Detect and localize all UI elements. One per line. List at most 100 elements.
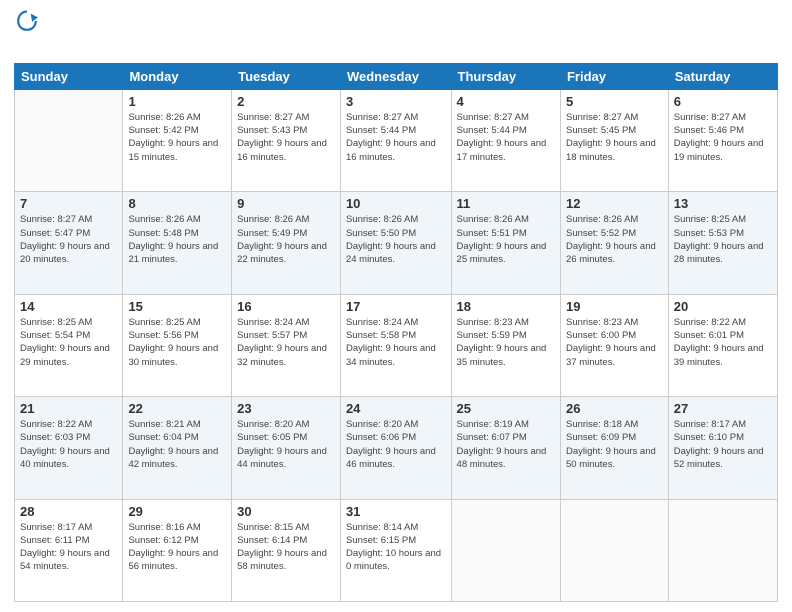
day-number: 13: [674, 196, 772, 211]
day-cell: 14Sunrise: 8:25 AMSunset: 5:54 PMDayligh…: [15, 294, 123, 396]
day-info: Sunrise: 8:20 AMSunset: 6:05 PMDaylight:…: [237, 418, 335, 471]
header-row: SundayMondayTuesdayWednesdayThursdayFrid…: [15, 63, 778, 89]
day-number: 5: [566, 94, 663, 109]
day-number: 11: [457, 196, 555, 211]
day-info: Sunrise: 8:18 AMSunset: 6:09 PMDaylight:…: [566, 418, 663, 471]
day-info: Sunrise: 8:26 AMSunset: 5:49 PMDaylight:…: [237, 213, 335, 266]
day-info: Sunrise: 8:27 AMSunset: 5:44 PMDaylight:…: [457, 111, 555, 164]
day-number: 8: [128, 196, 226, 211]
day-cell: 24 Sunrise: 8:20 AMSunset: 6:06 PMDayligh…: [340, 397, 451, 499]
day-number: 21: [20, 401, 117, 416]
day-info: Sunrise: 8:26 AMSunset: 5:50 PMDaylight:…: [346, 213, 446, 266]
day-cell: 23 Sunrise: 8:20 AMSunset: 6:05 PMDayligh…: [232, 397, 341, 499]
calendar: SundayMondayTuesdayWednesdayThursdayFrid…: [14, 63, 778, 602]
day-info: Sunrise: 8:25 AMSunset: 5:53 PMDaylight:…: [674, 213, 772, 266]
day-info: Sunrise: 8:17 AMSunset: 6:11 PMDaylight:…: [20, 521, 117, 574]
day-cell: [451, 499, 560, 601]
header: [14, 10, 778, 57]
day-cell: 12 Sunrise: 8:26 AMSunset: 5:52 PMDayligh…: [560, 192, 668, 294]
day-cell: 4Sunrise: 8:27 AMSunset: 5:44 PMDaylight…: [451, 89, 560, 191]
day-number: 24: [346, 401, 446, 416]
day-number: 14: [20, 299, 117, 314]
day-number: 25: [457, 401, 555, 416]
day-cell: 3Sunrise: 8:27 AMSunset: 5:44 PMDaylight…: [340, 89, 451, 191]
day-cell: 1Sunrise: 8:26 AMSunset: 5:42 PMDaylight…: [123, 89, 232, 191]
day-info: Sunrise: 8:14 AMSunset: 6:15 PMDaylight:…: [346, 521, 446, 574]
day-cell: 31Sunrise: 8:14 AMSunset: 6:15 PMDayligh…: [340, 499, 451, 601]
day-header: Monday: [123, 63, 232, 89]
day-cell: 26 Sunrise: 8:18 AMSunset: 6:09 PMDayligh…: [560, 397, 668, 499]
day-info: Sunrise: 8:21 AMSunset: 6:04 PMDaylight:…: [128, 418, 226, 471]
day-cell: 15Sunrise: 8:25 AMSunset: 5:56 PMDayligh…: [123, 294, 232, 396]
day-number: 7: [20, 196, 117, 211]
day-cell: [668, 499, 777, 601]
day-cell: 11 Sunrise: 8:26 AMSunset: 5:51 PMDayligh…: [451, 192, 560, 294]
day-info: Sunrise: 8:20 AMSunset: 6:06 PMDaylight:…: [346, 418, 446, 471]
day-info: Sunrise: 8:17 AMSunset: 6:10 PMDaylight:…: [674, 418, 772, 471]
day-info: Sunrise: 8:27 AMSunset: 5:43 PMDaylight:…: [237, 111, 335, 164]
day-header: Saturday: [668, 63, 777, 89]
day-cell: 29 Sunrise: 8:16 AMSunset: 6:12 PMDayligh…: [123, 499, 232, 601]
day-cell: 17Sunrise: 8:24 AMSunset: 5:58 PMDayligh…: [340, 294, 451, 396]
day-number: 28: [20, 504, 117, 519]
day-cell: 18 Sunrise: 8:23 AMSunset: 5:59 PMDayligh…: [451, 294, 560, 396]
day-cell: 13 Sunrise: 8:25 AMSunset: 5:53 PMDayligh…: [668, 192, 777, 294]
day-info: Sunrise: 8:26 AMSunset: 5:51 PMDaylight:…: [457, 213, 555, 266]
day-number: 22: [128, 401, 226, 416]
week-row: 7Sunrise: 8:27 AMSunset: 5:47 PMDaylight…: [15, 192, 778, 294]
day-cell: [560, 499, 668, 601]
day-cell: 25Sunrise: 8:19 AMSunset: 6:07 PMDayligh…: [451, 397, 560, 499]
week-row: 21 Sunrise: 8:22 AMSunset: 6:03 PMDayligh…: [15, 397, 778, 499]
week-row: 28 Sunrise: 8:17 AMSunset: 6:11 PMDayligh…: [15, 499, 778, 601]
day-cell: 28 Sunrise: 8:17 AMSunset: 6:11 PMDayligh…: [15, 499, 123, 601]
day-cell: 10 Sunrise: 8:26 AMSunset: 5:50 PMDayligh…: [340, 192, 451, 294]
day-cell: 5 Sunrise: 8:27 AMSunset: 5:45 PMDaylight…: [560, 89, 668, 191]
day-info: Sunrise: 8:27 AMSunset: 5:45 PMDaylight:…: [566, 111, 663, 164]
page: SundayMondayTuesdayWednesdayThursdayFrid…: [0, 0, 792, 612]
day-number: 17: [346, 299, 446, 314]
day-header: Tuesday: [232, 63, 341, 89]
day-cell: 30 Sunrise: 8:15 AMSunset: 6:14 PMDayligh…: [232, 499, 341, 601]
day-header: Wednesday: [340, 63, 451, 89]
day-cell: 6 Sunrise: 8:27 AMSunset: 5:46 PMDaylight…: [668, 89, 777, 191]
logo-text: [14, 37, 38, 57]
day-number: 9: [237, 196, 335, 211]
week-row: 14Sunrise: 8:25 AMSunset: 5:54 PMDayligh…: [15, 294, 778, 396]
day-cell: 16Sunrise: 8:24 AMSunset: 5:57 PMDayligh…: [232, 294, 341, 396]
day-number: 2: [237, 94, 335, 109]
day-number: 19: [566, 299, 663, 314]
day-info: Sunrise: 8:22 AMSunset: 6:01 PMDaylight:…: [674, 316, 772, 369]
day-number: 29: [128, 504, 226, 519]
day-number: 23: [237, 401, 335, 416]
day-cell: 9 Sunrise: 8:26 AMSunset: 5:49 PMDaylight…: [232, 192, 341, 294]
day-number: 6: [674, 94, 772, 109]
day-number: 20: [674, 299, 772, 314]
day-info: Sunrise: 8:26 AMSunset: 5:52 PMDaylight:…: [566, 213, 663, 266]
logo-icon: [16, 10, 38, 32]
day-cell: 22 Sunrise: 8:21 AMSunset: 6:04 PMDayligh…: [123, 397, 232, 499]
logo: [14, 10, 38, 57]
day-cell: [15, 89, 123, 191]
day-number: 18: [457, 299, 555, 314]
day-info: Sunrise: 8:26 AMSunset: 5:48 PMDaylight:…: [128, 213, 226, 266]
day-number: 12: [566, 196, 663, 211]
day-info: Sunrise: 8:22 AMSunset: 6:03 PMDaylight:…: [20, 418, 117, 471]
day-info: Sunrise: 8:16 AMSunset: 6:12 PMDaylight:…: [128, 521, 226, 574]
day-cell: 7Sunrise: 8:27 AMSunset: 5:47 PMDaylight…: [15, 192, 123, 294]
day-number: 3: [346, 94, 446, 109]
day-number: 10: [346, 196, 446, 211]
day-info: Sunrise: 8:23 AMSunset: 5:59 PMDaylight:…: [457, 316, 555, 369]
day-cell: 2 Sunrise: 8:27 AMSunset: 5:43 PMDaylight…: [232, 89, 341, 191]
day-header: Thursday: [451, 63, 560, 89]
day-number: 30: [237, 504, 335, 519]
day-info: Sunrise: 8:23 AMSunset: 6:00 PMDaylight:…: [566, 316, 663, 369]
day-cell: 27Sunrise: 8:17 AMSunset: 6:10 PMDayligh…: [668, 397, 777, 499]
day-number: 16: [237, 299, 335, 314]
day-number: 1: [128, 94, 226, 109]
day-info: Sunrise: 8:27 AMSunset: 5:46 PMDaylight:…: [674, 111, 772, 164]
day-info: Sunrise: 8:15 AMSunset: 6:14 PMDaylight:…: [237, 521, 335, 574]
day-header: Friday: [560, 63, 668, 89]
day-cell: 8 Sunrise: 8:26 AMSunset: 5:48 PMDaylight…: [123, 192, 232, 294]
day-number: 26: [566, 401, 663, 416]
day-header: Sunday: [15, 63, 123, 89]
